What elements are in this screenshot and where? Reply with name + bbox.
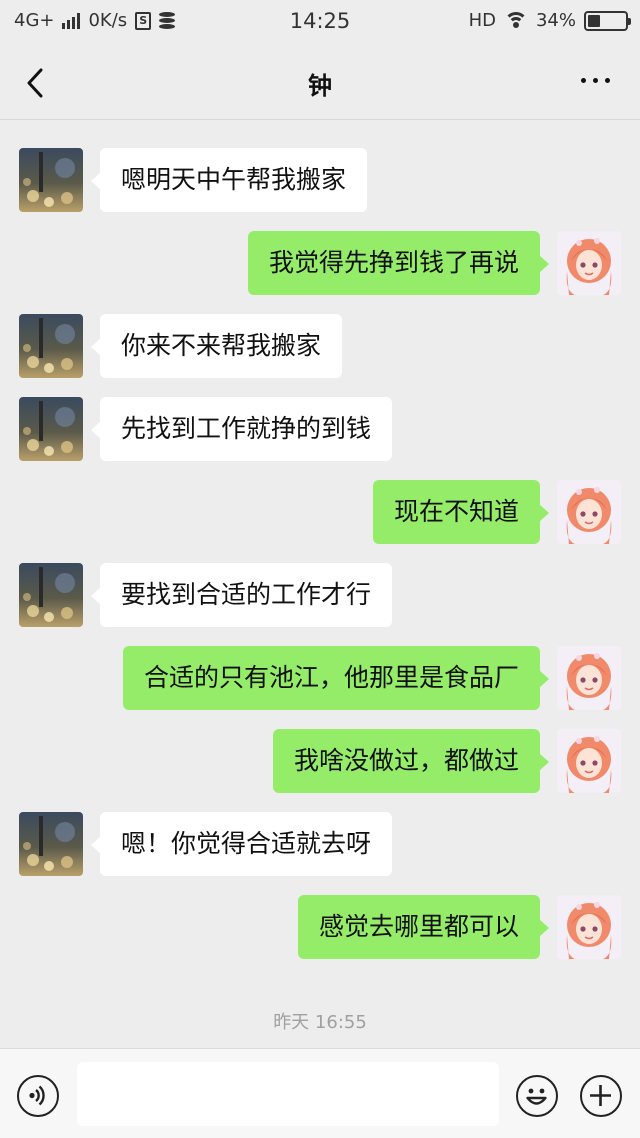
chat-header: 钟 [0, 44, 640, 120]
more-dots-icon[interactable] [581, 78, 610, 83]
message-row-sent: 我啥没做过，都做过 [0, 729, 640, 793]
contact-avatar[interactable] [19, 397, 83, 461]
message-row-sent: 合适的只有池江，他那里是食品厂 [0, 646, 640, 710]
chat-title: 钟 [308, 72, 332, 100]
battery-fill [588, 14, 601, 27]
message-bubble[interactable]: 我啥没做过，都做过 [272, 729, 550, 793]
message-row-received: 你来不来帮我搬家 [0, 314, 640, 378]
my-avatar[interactable] [557, 646, 621, 710]
my-avatar[interactable] [557, 729, 621, 793]
my-avatar[interactable] [557, 231, 621, 295]
contact-avatar[interactable] [19, 148, 83, 212]
battery-icon [584, 10, 631, 31]
status-right: HD 34% [468, 10, 631, 31]
message-bubble[interactable]: 你来不来帮我搬家 [90, 314, 343, 378]
contact-avatar[interactable] [19, 812, 83, 876]
message-row-sent: 现在不知道 [0, 480, 640, 544]
contact-avatar[interactable] [19, 563, 83, 627]
message-row-sent: 我觉得先挣到钱了再说 [0, 231, 640, 295]
message-row-received: 嗯明天中午帮我搬家 [0, 148, 640, 212]
status-bar: 4G+ 0K/s S 14:25 HD 34% [0, 0, 640, 44]
message-row-received: 要找到合适的工作才行 [0, 563, 640, 627]
my-avatar[interactable] [557, 480, 621, 544]
message-bubble[interactable]: 合适的只有池江，他那里是食品厂 [122, 646, 550, 710]
my-avatar[interactable] [557, 895, 621, 959]
battery-percent: 34% [535, 10, 576, 31]
contact-avatar[interactable] [19, 314, 83, 378]
plus-icon[interactable] [580, 1075, 622, 1117]
message-timestamp: 昨天 16:55 [273, 1012, 367, 1033]
message-bubble[interactable]: 要找到合适的工作才行 [90, 563, 393, 627]
message-row-received: 先找到工作就挣的到钱 [0, 397, 640, 461]
message-row-received: 嗯！你觉得合适就去呀 [0, 812, 640, 876]
message-row-sent: 感觉去哪里都可以 [0, 895, 640, 959]
voice-icon[interactable] [17, 1075, 59, 1117]
message-bubble[interactable]: 感觉去哪里都可以 [297, 895, 550, 959]
message-bubble[interactable]: 我觉得先挣到钱了再说 [247, 231, 550, 295]
message-bubble[interactable]: 嗯明天中午帮我搬家 [90, 148, 368, 212]
emoji-icon[interactable] [516, 1075, 558, 1117]
message-bubble[interactable]: 先找到工作就挣的到钱 [90, 397, 393, 461]
message-bubble[interactable]: 嗯！你觉得合适就去呀 [90, 812, 393, 876]
message-input[interactable] [77, 1062, 499, 1126]
hd-label: HD [468, 10, 496, 31]
message-bubble[interactable]: 现在不知道 [372, 480, 550, 544]
input-bar [0, 1048, 640, 1138]
wifi-icon [503, 11, 528, 30]
